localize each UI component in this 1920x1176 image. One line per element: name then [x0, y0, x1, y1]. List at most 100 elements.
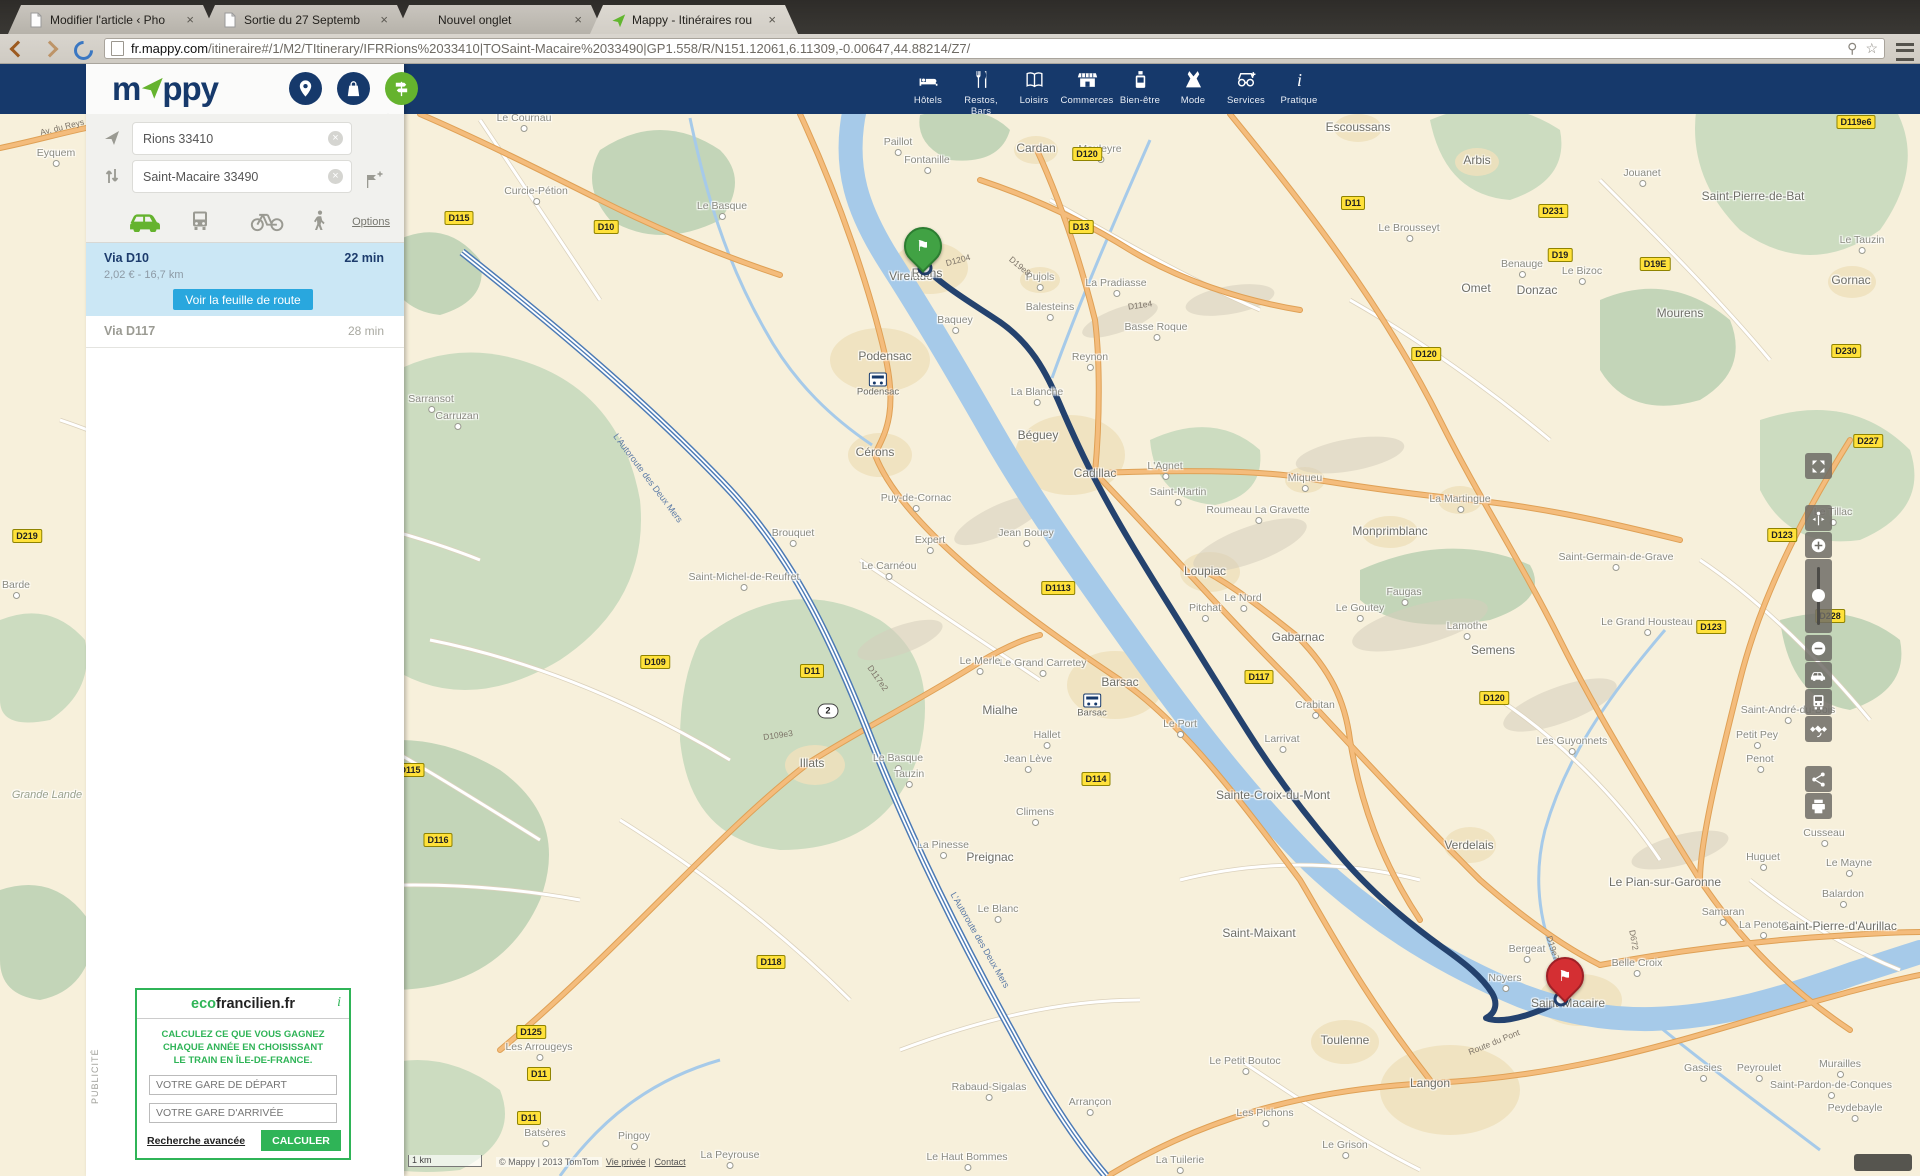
mode-car-icon[interactable]	[128, 210, 164, 236]
fullscreen-button[interactable]	[1805, 453, 1832, 479]
header-nav-pratique[interactable]: i Pratique	[1271, 69, 1327, 106]
share-toggle-button[interactable]	[1805, 766, 1832, 792]
map-hamlet-label: Cusseau	[1803, 827, 1844, 839]
departure-input[interactable]	[141, 131, 328, 147]
header-nav-loisirs[interactable]: Loisirs	[1006, 69, 1062, 106]
map-hamlet-label: Le Grand Housteau	[1601, 616, 1693, 628]
info-icon: i	[1271, 69, 1327, 93]
privacy-link[interactable]: Vie privée	[606, 1157, 646, 1167]
map-town-label: Cérons	[856, 445, 895, 459]
mode-bus-icon[interactable]	[190, 210, 210, 236]
map-hamlet-label: Noyers	[1488, 972, 1521, 984]
panel-pointer	[381, 106, 395, 122]
browser-tab[interactable]: Nouvel onglet×	[396, 5, 604, 34]
itinerary-button[interactable]	[385, 72, 418, 105]
road-shield: D13	[1069, 220, 1094, 234]
mode-bike-icon[interactable]	[250, 210, 284, 236]
map-corner-widget[interactable]	[1854, 1154, 1912, 1171]
ad-brand[interactable]: ecofrancilien.fr	[191, 996, 295, 1012]
clear-departure-icon[interactable]: ×	[328, 131, 343, 146]
print-toggle-button[interactable]	[1805, 793, 1832, 819]
map-attribution: 1 km © Mappy | 2013 TomTom Vie privée | …	[408, 1155, 686, 1167]
header-nav-bien-tre[interactable]: Bien-être	[1112, 69, 1168, 106]
tab-close-icon[interactable]: ×	[184, 12, 196, 27]
reload-button[interactable]	[70, 37, 97, 64]
ad-side-label: PUBLICITÉ	[90, 1048, 100, 1104]
road-shield: D114	[1081, 772, 1110, 786]
mappy-logo[interactable]: mppy	[112, 70, 218, 108]
nav-label: Pratique	[1271, 95, 1327, 106]
road-shield: D19E	[1640, 257, 1671, 271]
ad-departure-input[interactable]	[149, 1075, 337, 1095]
header-nav-h-tels[interactable]: Hôtels	[900, 69, 956, 106]
nav-label: Bien-être	[1112, 95, 1168, 106]
map-hamlet-label: La Peyrouse	[701, 1149, 760, 1161]
header-nav-commerces[interactable]: Commerces	[1059, 69, 1115, 106]
browser-menu-icon[interactable]	[1896, 43, 1914, 61]
header-nav-restos-bars[interactable]: Restos, Bars	[953, 69, 1009, 117]
browser-tab[interactable]: Sortie du 27 Septemb×	[202, 5, 410, 34]
ad-info-icon[interactable]: i	[337, 995, 341, 1011]
zoom-slider-button[interactable]	[1805, 559, 1832, 633]
map-town-label: Arbis	[1463, 153, 1490, 167]
shopping-button[interactable]	[337, 72, 370, 105]
road-shield: D11	[527, 1067, 551, 1081]
traffic-toggle-button[interactable]	[1805, 662, 1832, 688]
header-nav-mode[interactable]: Mode	[1165, 69, 1221, 106]
browser-tab[interactable]: Mappy - Itinéraires rou×	[590, 5, 798, 34]
map-hamlet-label: Sarransot	[408, 393, 454, 405]
route-option-selected[interactable]: Via D10 22 min 2,02 € - 16,7 km Voir la …	[86, 243, 404, 316]
tab-close-icon[interactable]: ×	[378, 12, 390, 27]
route-option-alt[interactable]: Via D117 28 min	[86, 316, 404, 348]
road-shield: D230	[1831, 344, 1861, 358]
add-waypoint-icon[interactable]	[362, 170, 384, 192]
satellite-toggle-button[interactable]	[1805, 716, 1832, 742]
junction-toggle-button[interactable]	[1805, 505, 1832, 531]
route-time: 22 min	[344, 251, 384, 265]
mode-walk-icon[interactable]	[314, 210, 326, 236]
roadbook-button[interactable]: Voir la feuille de route	[173, 289, 313, 310]
map-hamlet-label: La Martingue	[1429, 493, 1490, 505]
map-hamlet-label: Miqueu	[1288, 472, 1322, 484]
transit-toggle-button[interactable]	[1805, 689, 1832, 715]
nav-label: Restos, Bars	[953, 95, 1009, 117]
map-scale: 1 km	[408, 1155, 482, 1167]
train-station-icon: Podensac	[857, 373, 899, 398]
map-hamlet-label: Hallet	[1034, 729, 1061, 741]
map-town-label: Donzac	[1517, 283, 1558, 297]
back-button[interactable]	[12, 42, 24, 60]
contact-link[interactable]: Contact	[655, 1157, 686, 1167]
search-icon[interactable]: ⚲	[1847, 40, 1857, 57]
copyright-text: © Mappy | 2013 TomTom	[496, 1157, 602, 1167]
ad-calculate-button[interactable]: CALCULER	[261, 1130, 341, 1151]
forward-button[interactable]	[44, 42, 56, 60]
url-text[interactable]: fr.mappy.com/itineraire#/1/M2/TItinerary…	[131, 41, 1839, 56]
address-bar[interactable]: fr.mappy.com/itineraire#/1/M2/TItinerary…	[104, 38, 1885, 59]
tab-close-icon[interactable]: ×	[766, 12, 778, 27]
clear-arrival-icon[interactable]: ×	[328, 169, 343, 184]
map-hamlet-label: Lamothe	[1447, 620, 1488, 632]
arrival-input[interactable]	[141, 169, 328, 185]
road-shield: D11	[800, 664, 824, 678]
zoom-in-button[interactable]	[1805, 532, 1832, 558]
map-town-label: Béguey	[1018, 428, 1059, 442]
header-nav-services[interactable]: Services	[1218, 69, 1274, 106]
ad-arrival-input[interactable]	[149, 1103, 337, 1123]
ad-advanced-search-link[interactable]: Recherche avancée	[147, 1135, 245, 1147]
browser-tab[interactable]: Modifier l'article ‹ Pho×	[8, 5, 216, 34]
map-town-label: Mourens	[1657, 306, 1704, 320]
zoom-out-button[interactable]	[1805, 635, 1832, 661]
road-shield: D231	[1538, 204, 1568, 218]
map-hamlet-label: Basse Roque	[1124, 321, 1187, 333]
map-area-label: Grande Lande	[12, 789, 82, 801]
places-button[interactable]	[289, 72, 322, 105]
map-town-label: Escoussans	[1326, 120, 1391, 134]
map-hamlet-label: Arrançon	[1069, 1096, 1112, 1108]
swap-icon[interactable]	[102, 166, 122, 186]
bookmark-star-icon[interactable]: ☆	[1865, 40, 1878, 57]
map-hamlet-label: Le Nord	[1224, 592, 1261, 604]
zoom-slider-handle[interactable]	[1812, 589, 1825, 602]
tab-close-icon[interactable]: ×	[572, 12, 584, 27]
options-link[interactable]: Options	[352, 216, 390, 228]
cutlery-icon	[953, 69, 1009, 93]
